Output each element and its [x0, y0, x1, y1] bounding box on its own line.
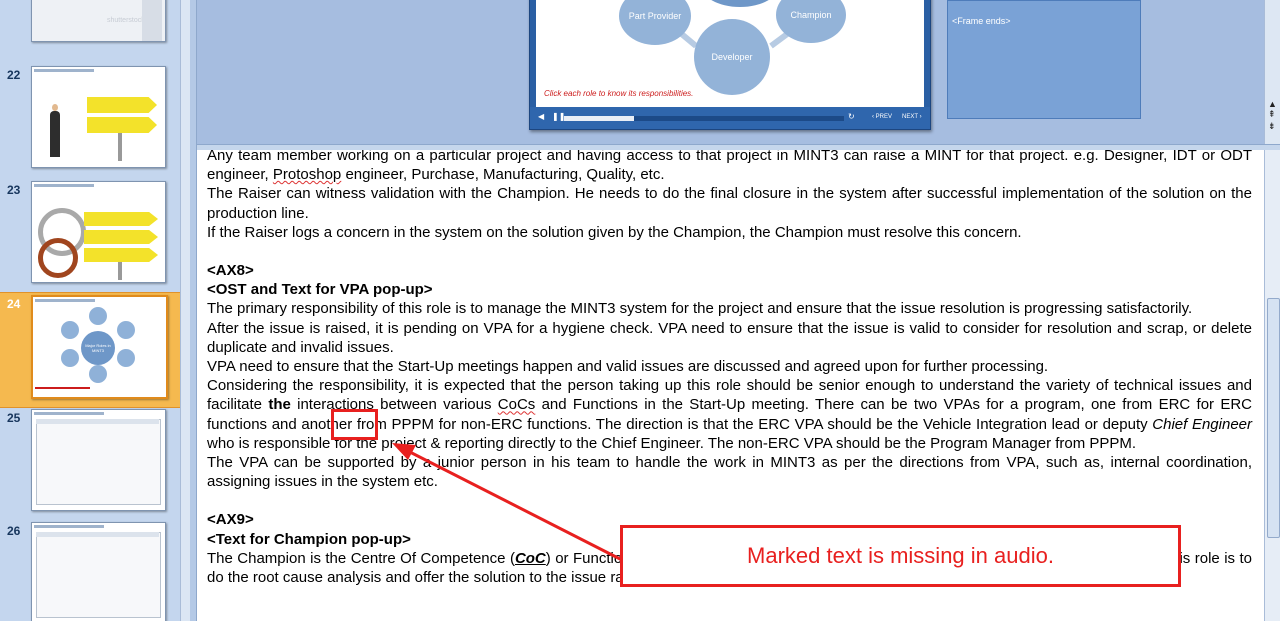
review-callout: Marked text is missing in audio. — [620, 525, 1181, 587]
notes-paragraph: The primary responsibility of this role … — [207, 300, 1193, 318]
thumbnail-watermark: shutterstock — [107, 17, 145, 24]
slide-thumbnail-24[interactable]: 24 Major Roles in MINT3 — [0, 292, 180, 408]
notes-paragraph: Any team member working on a particular … — [207, 150, 1252, 184]
slide-number: 25 — [7, 411, 21, 425]
callout-text: Marked text is missing in audio. — [747, 543, 1054, 568]
highlight-box — [331, 409, 378, 440]
slide-number: 23 — [7, 183, 21, 197]
slide-thumbnail-25[interactable]: 25 — [0, 407, 180, 521]
player-controls: ◀ ❚❚ ↻ ‹ PREV NEXT › — [530, 107, 930, 129]
thumbnail-image — [31, 522, 166, 621]
slide-thumbnail-23[interactable]: 23 — [0, 179, 180, 293]
scroll-up-icon[interactable]: ▲ — [1268, 100, 1277, 109]
slide-number: 22 — [7, 68, 21, 82]
next-label: NEXT — [902, 114, 918, 120]
notes-heading: <AX8> — [207, 262, 254, 280]
notes-scroll-thumb[interactable] — [1267, 298, 1280, 538]
notes-paragraph: If the Raiser logs a concern in the syst… — [207, 223, 1022, 241]
frame-label: <Frame ends> — [952, 16, 1011, 26]
progress-fill — [564, 116, 634, 121]
slide-thumbnail-22[interactable]: 22 — [0, 64, 180, 178]
notes-heading: <OST and Text for VPA pop-up> — [207, 281, 433, 299]
next-button[interactable]: NEXT › — [902, 114, 922, 120]
playback-progress[interactable] — [564, 116, 844, 121]
prev-slide-icon[interactable]: ⇞ — [1268, 110, 1276, 119]
notes-paragraph: The Raiser can witness validation with t… — [207, 185, 1252, 222]
role-label: Part Provider — [628, 10, 682, 21]
prev-label: PREV — [875, 114, 893, 120]
notes-scrollbar[interactable] — [1264, 150, 1280, 621]
role-label: Developer — [711, 51, 753, 62]
click-instruction: Click each role to know its responsibili… — [544, 89, 694, 98]
notes-paragraph: After the issue is raised, it is pending… — [207, 319, 1252, 356]
slide-preview[interactable]: Part Provider Champion Developer Click e… — [529, 0, 931, 130]
replay-icon[interactable]: ↻ — [848, 112, 855, 121]
slide-canvas: Part Provider Champion Developer Click e… — [536, 0, 924, 107]
slide-scrollbar[interactable]: ▲ ⇞ ⇟ — [1264, 0, 1280, 144]
slide-editing-area: Part Provider Champion Developer Click e… — [197, 0, 1264, 144]
marked-word: the — [268, 396, 291, 414]
thumbnail-image: Major Roles in MINT3 — [31, 295, 168, 399]
slide-thumbnail[interactable]: shutterstock — [0, 0, 180, 52]
thumbnail-image — [31, 66, 166, 168]
slide-thumbnails-pane: shutterstock 22 23 24 Major Roles in MIN… — [0, 0, 191, 621]
notes-paragraph: The VPA can be supported by a junior per… — [207, 454, 1252, 491]
next-slide-icon[interactable]: ⇟ — [1268, 122, 1276, 131]
thumbnail-center-text: Major Roles in MINT3 — [85, 343, 111, 353]
prev-button[interactable]: ‹ PREV — [872, 114, 892, 120]
thumbnail-image: shutterstock — [31, 0, 166, 42]
slide-thumbnail-26[interactable]: 26 — [0, 520, 180, 621]
pane-splitter[interactable] — [190, 0, 197, 621]
slide-number: 24 — [7, 297, 21, 311]
frame-placeholder[interactable]: <Frame ends> — [947, 0, 1141, 119]
role-label: Champion — [790, 9, 832, 20]
thumbnail-image — [31, 409, 166, 511]
slide-number: 26 — [7, 524, 21, 538]
notes-text[interactable]: Any team member working on a particular … — [207, 150, 1252, 587]
volume-icon[interactable]: ◀ — [538, 112, 544, 121]
notes-paragraph: VPA need to ensure that the Start-Up mee… — [207, 358, 1049, 376]
role-developer[interactable]: Developer — [694, 19, 770, 95]
thumbnail-image — [31, 181, 166, 283]
